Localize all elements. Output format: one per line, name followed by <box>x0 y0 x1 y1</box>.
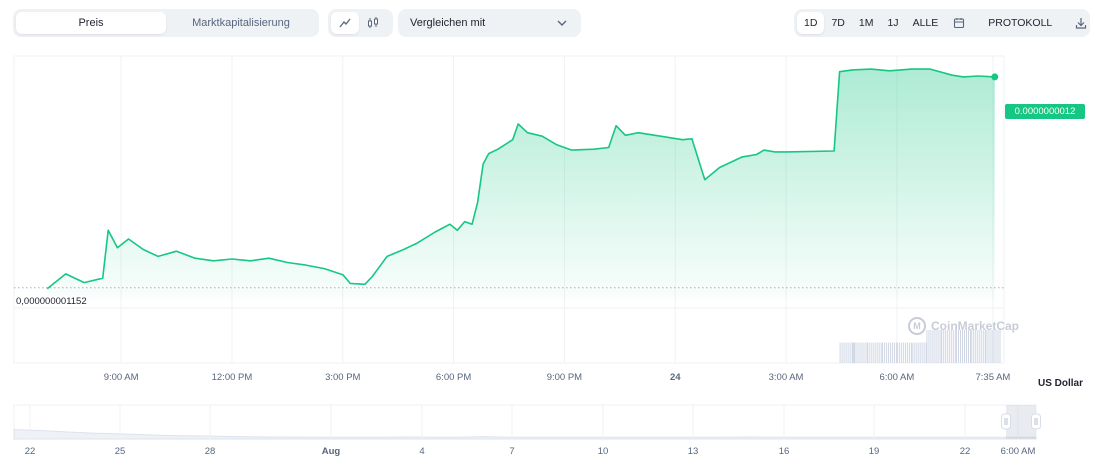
price-area-fill <box>47 69 995 300</box>
volume-bar <box>852 342 854 363</box>
navigator-handle-right[interactable] <box>1031 413 1041 430</box>
volume-bar <box>841 342 843 363</box>
volume-bar <box>843 342 845 363</box>
baseline-price-label: 0,000000001152 <box>16 296 87 307</box>
volume-bar <box>845 342 847 363</box>
volume-bar <box>873 342 875 363</box>
price-chart[interactable]: 9:00 AM 12:00 PM 3:00 PM 6:00 PM 9:00 PM 24 3:… <box>0 0 1103 476</box>
volume-bar <box>894 342 896 363</box>
volume-bar <box>875 342 877 363</box>
navigator-tick-label: 22 <box>960 446 971 457</box>
volume-bar <box>898 342 900 363</box>
volume-bar <box>869 342 871 363</box>
volume-bar <box>915 342 917 363</box>
volume-bar <box>864 342 866 363</box>
navigator-tick-label: 7 <box>509 446 514 457</box>
x-tick-label: 3:00 AM <box>769 372 804 383</box>
volume-bar <box>853 342 855 363</box>
volume-bar <box>911 342 913 363</box>
watermark: M CoinMarketCap <box>908 317 1019 335</box>
volume-bar <box>877 342 879 363</box>
volume-bar <box>904 342 906 363</box>
volume-bar <box>906 342 908 363</box>
navigator-tick-label: 19 <box>869 446 880 457</box>
x-tick-label: 24 <box>670 372 681 383</box>
x-tick-label: 7:35 AM <box>975 372 1010 383</box>
currency-label: US Dollar <box>1038 378 1084 389</box>
volume-bar <box>839 342 841 363</box>
volume-bar <box>879 342 881 363</box>
volume-bar <box>900 342 902 363</box>
navigator-tick-label: 4 <box>419 446 424 457</box>
volume-bar <box>867 342 869 363</box>
current-price-badge: 0.0000000012 <box>1005 104 1085 119</box>
volume-bar <box>858 342 860 363</box>
volume-bar <box>882 342 884 363</box>
volume-bar <box>847 342 849 363</box>
volume-bar <box>856 342 858 363</box>
volume-bar <box>913 342 915 363</box>
volume-bar <box>871 342 873 363</box>
volume-bar <box>886 342 888 363</box>
last-price-dot <box>991 73 999 81</box>
volume-bar <box>902 342 904 363</box>
navigator-tick-label: 22 <box>25 446 36 457</box>
x-tick-label: 9:00 AM <box>104 372 139 383</box>
volume-bar <box>892 342 894 363</box>
volume-bar <box>888 342 890 363</box>
volume-bar <box>851 342 853 363</box>
x-tick-label: 3:00 PM <box>325 372 360 383</box>
volume-bar <box>896 342 898 363</box>
navigator-frame <box>13 404 1037 440</box>
volume-bar <box>923 342 925 363</box>
navigator-tick-label: 10 <box>598 446 609 457</box>
volume-bar <box>884 342 886 363</box>
volume-bar <box>862 342 864 363</box>
volume-bar <box>854 342 856 363</box>
navigator-tick-label: 28 <box>205 446 216 457</box>
volume-bar <box>890 342 892 363</box>
navigator-tick-label: 16 <box>779 446 790 457</box>
coinmarketcap-logo-icon: M <box>908 317 926 335</box>
navigator-tick-label: 25 <box>115 446 126 457</box>
x-tick-label: 9:00 PM <box>547 372 582 383</box>
watermark-text: CoinMarketCap <box>931 319 1020 333</box>
volume-bar <box>919 342 921 363</box>
x-tick-label: 6:00 AM <box>879 372 914 383</box>
x-tick-label: 6:00 PM <box>436 372 471 383</box>
navigator-tick-label: 6:00 AM <box>1001 446 1036 457</box>
volume-bar <box>908 342 910 363</box>
volume-bar <box>849 342 851 363</box>
volume-bar <box>921 342 923 363</box>
navigator-handle-left[interactable] <box>1001 413 1011 430</box>
x-tick-label: 12:00 PM <box>212 372 253 383</box>
volume-bar <box>917 342 919 363</box>
navigator-tick-label: 13 <box>688 446 699 457</box>
volume-bar <box>860 342 862 363</box>
navigator-tick-label: Aug <box>322 446 341 457</box>
